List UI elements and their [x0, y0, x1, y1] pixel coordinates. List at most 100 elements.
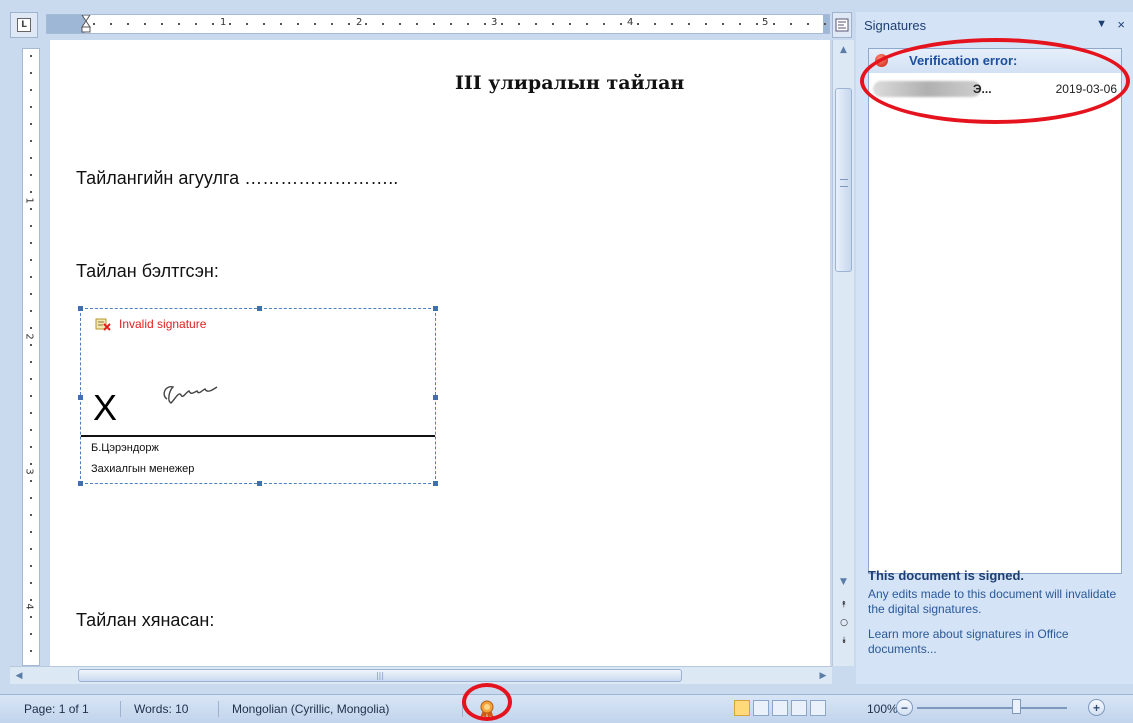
- scroll-left-icon[interactable]: ◀: [12, 669, 26, 683]
- ruler-tick: [263, 23, 265, 25]
- ruler-tick: [688, 23, 690, 25]
- annotation-ellipse-pane: [860, 38, 1130, 124]
- indent-marker-icon[interactable]: [81, 15, 91, 33]
- pane-options-icon[interactable]: ▼: [1096, 18, 1107, 30]
- ruler-tick: [297, 23, 299, 25]
- ruler-number: 2: [23, 333, 35, 340]
- ruler-tick: [30, 429, 32, 431]
- horizontal-scrollbar[interactable]: ◀ ||| ▶: [10, 666, 832, 684]
- close-icon[interactable]: ×: [1117, 17, 1125, 32]
- signed-description: Any edits made to this document will inv…: [868, 587, 1117, 616]
- ruler-tick: [603, 23, 605, 25]
- signer-name: Б.Цэрэндорж: [91, 442, 159, 454]
- tab-selector[interactable]: L: [10, 12, 38, 38]
- ruler-number: 1: [23, 197, 35, 204]
- horizontal-ruler[interactable]: 1 2 3 4 5: [46, 14, 830, 34]
- select-browse-object-icon[interactable]: ○: [837, 616, 851, 630]
- reviewed-by-label: Тайлан хянасан:: [76, 610, 215, 630]
- status-bar: Page: 1 of 1 Words: 10 Mongolian (Cyrill…: [0, 694, 1133, 723]
- zoom-slider-track[interactable]: [917, 707, 1067, 709]
- invalid-signature-icon: [95, 318, 111, 331]
- ruler-tick: [416, 23, 418, 25]
- ruler-tick: [127, 23, 129, 25]
- ruler-tick: [30, 310, 32, 312]
- vertical-scrollbar[interactable]: ▲ ▼ ⯭ ○ ⯯: [832, 40, 854, 666]
- signed-title: This document is signed.: [868, 568, 1025, 583]
- scroll-up-icon[interactable]: ▲: [835, 42, 852, 58]
- ruler-tick: [93, 23, 95, 25]
- ruler-tick: [30, 327, 32, 329]
- vertical-ruler[interactable]: 1 2 3 4: [22, 48, 40, 666]
- ruler-tick: [518, 23, 520, 25]
- previous-page-icon[interactable]: ⯭: [837, 598, 851, 612]
- full-screen-reading-view-icon[interactable]: [753, 700, 769, 716]
- ruler-number: 2: [356, 17, 363, 28]
- document-page[interactable]: III улиралын тайлан Тайлангийн агуулга ……: [50, 40, 830, 666]
- prepared-by-label: Тайлан бэлтгсэн:: [76, 261, 219, 281]
- scroll-right-icon[interactable]: ▶: [816, 669, 830, 683]
- ruler-tick: [30, 497, 32, 499]
- zoom-slider-thumb[interactable]: [1012, 699, 1021, 714]
- ruler-tick: [467, 23, 469, 25]
- resize-handle[interactable]: [257, 306, 262, 311]
- ruler-tick: [30, 582, 32, 584]
- resize-handle[interactable]: [433, 395, 438, 400]
- ruler-tick: [30, 123, 32, 125]
- ruler-tick: [30, 89, 32, 91]
- signature-list[interactable]: Verification error: Э... 2019-03-06: [868, 48, 1122, 574]
- ruler-tick: [30, 599, 32, 601]
- resize-handle[interactable]: [78, 481, 83, 486]
- ruler-tick: [450, 23, 452, 25]
- handwritten-signature-icon: [163, 386, 218, 404]
- horizontal-scroll-thumb[interactable]: |||: [78, 669, 682, 682]
- resize-handle[interactable]: [433, 481, 438, 486]
- ruler-tick: [161, 23, 163, 25]
- scroll-down-icon[interactable]: ▼: [835, 574, 852, 590]
- ruler-tick: [739, 23, 741, 25]
- language-indicator[interactable]: Mongolian (Cyrillic, Mongolia): [232, 702, 389, 716]
- zoom-in-button[interactable]: +: [1088, 699, 1105, 716]
- ruler-tick: [807, 23, 809, 25]
- view-ruler-button[interactable]: [832, 12, 852, 38]
- invalid-signature-label: Invalid signature: [119, 317, 207, 331]
- pane-title: Signatures: [864, 18, 927, 33]
- page-count[interactable]: Page: 1 of 1: [24, 702, 89, 716]
- resize-handle[interactable]: [78, 395, 83, 400]
- ruler-tick: [637, 23, 639, 25]
- document-title: III улиралын тайлан: [455, 72, 685, 94]
- ruler-tick: [195, 23, 197, 25]
- grip-icon: [840, 179, 848, 187]
- ruler-tick: [30, 72, 32, 74]
- learn-more-link[interactable]: Learn more about signatures in Office do…: [868, 627, 1128, 657]
- ruler-tick: [30, 276, 32, 278]
- vertical-scroll-thumb[interactable]: [835, 88, 852, 272]
- zoom-out-button[interactable]: −: [896, 699, 913, 716]
- ruler-tick: [30, 191, 32, 193]
- ruler-tick: [30, 378, 32, 380]
- resize-handle[interactable]: [433, 306, 438, 311]
- ruler-tick: [569, 23, 571, 25]
- ruler-number: 4: [23, 603, 35, 610]
- ruler-tick: [212, 23, 214, 25]
- ruler-number: 5: [762, 17, 769, 28]
- ruler-tick: [399, 23, 401, 25]
- web-layout-view-icon[interactable]: [772, 700, 788, 716]
- resize-handle[interactable]: [78, 306, 83, 311]
- resize-handle[interactable]: [257, 481, 262, 486]
- ruler-tick: [535, 23, 537, 25]
- ruler-tick: [30, 242, 32, 244]
- print-layout-view-icon[interactable]: [734, 700, 750, 716]
- next-page-icon[interactable]: ⯯: [837, 634, 851, 648]
- ruler-tick: [144, 23, 146, 25]
- ruler-tick: [246, 23, 248, 25]
- signature-line-box[interactable]: Invalid signature X Б.Цэрэндорж Захиалгы…: [78, 306, 438, 486]
- outline-view-icon[interactable]: [791, 700, 807, 716]
- word-count[interactable]: Words: 10: [134, 702, 188, 716]
- tab-stop-icon: L: [17, 18, 31, 32]
- ruler-tick: [331, 23, 333, 25]
- zoom-level[interactable]: 100%: [867, 702, 898, 716]
- ruler-tick: [30, 395, 32, 397]
- draft-view-icon[interactable]: [810, 700, 826, 716]
- ruler-tick: [382, 23, 384, 25]
- ruler-margin-left: [47, 15, 85, 33]
